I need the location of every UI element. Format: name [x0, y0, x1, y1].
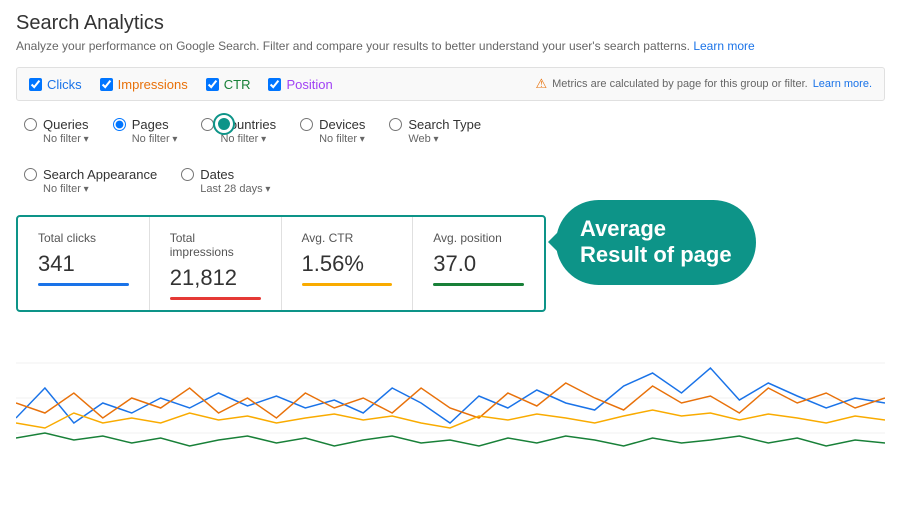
filter-search-type-radio[interactable]: [389, 118, 402, 131]
filter-pages: Pages No filter: [105, 111, 194, 151]
page-wrapper: Search Analytics Analyze your performanc…: [0, 0, 901, 480]
filter-countries-label: Countries: [220, 117, 276, 132]
metric-impressions-label: Impressions: [118, 77, 188, 92]
chart-line-position: [16, 433, 885, 446]
bubble-container: AverageResult of page: [556, 200, 756, 285]
filter-countries-radio[interactable]: [201, 118, 214, 131]
metric-clicks-label: Clicks: [47, 77, 82, 92]
stats-section: Total clicks 341 Total impressions 21,81…: [16, 215, 885, 312]
stat-position-value: 37.0: [433, 251, 524, 277]
stat-total-impressions: Total impressions 21,812: [150, 217, 282, 310]
page-title: Search Analytics: [16, 12, 885, 35]
chart-line-impressions: [16, 383, 885, 418]
stat-clicks-value: 341: [38, 251, 129, 277]
stat-position-bar: [433, 283, 524, 286]
filter-devices-label: Devices: [319, 117, 365, 132]
filter-devices-value[interactable]: No filter: [319, 133, 365, 145]
filter-devices: Devices No filter: [292, 111, 381, 151]
metrics-bar: Clicks Impressions CTR Position ⚠ Metric…: [16, 67, 885, 101]
filter-queries-radio[interactable]: [24, 118, 37, 131]
filter-pages-label: Pages: [132, 117, 169, 132]
filter-search-appearance-radio[interactable]: [24, 168, 37, 181]
filter-queries-value[interactable]: No filter: [43, 133, 89, 145]
stat-impressions-label: Total impressions: [170, 231, 261, 259]
stat-ctr-value: 1.56%: [302, 251, 393, 277]
filter-queries: Queries No filter: [16, 111, 105, 151]
metric-clicks-checkbox[interactable]: Clicks: [29, 77, 82, 92]
filter-dates-label: Dates: [200, 167, 234, 182]
filter-countries-value[interactable]: No filter: [220, 133, 276, 145]
filter-dates-value[interactable]: Last 28 days: [200, 183, 270, 195]
filter-search-appearance-label: Search Appearance: [43, 167, 157, 182]
filter-pages-radio[interactable]: [113, 118, 126, 131]
average-result-bubble: AverageResult of page: [556, 200, 756, 285]
stat-avg-position: Avg. position 37.0: [413, 217, 544, 310]
stat-clicks-bar: [38, 283, 129, 286]
filter-search-appearance: Search Appearance No filter: [16, 161, 173, 201]
filter-devices-radio[interactable]: [300, 118, 313, 131]
filter-search-appearance-value[interactable]: No filter: [43, 183, 157, 195]
metrics-note: ⚠ Metrics are calculated by page for thi…: [535, 76, 872, 92]
stat-ctr-label: Avg. CTR: [302, 231, 393, 245]
stat-clicks-label: Total clicks: [38, 231, 129, 245]
page-description: Analyze your performance on Google Searc…: [16, 39, 885, 53]
stats-box: Total clicks 341 Total impressions 21,81…: [16, 215, 546, 312]
stat-avg-ctr: Avg. CTR 1.56%: [282, 217, 414, 310]
chart-line-clicks: [16, 368, 885, 423]
stat-impressions-value: 21,812: [170, 265, 261, 291]
filter-queries-label: Queries: [43, 117, 89, 132]
metric-impressions-checkbox[interactable]: Impressions: [100, 77, 188, 92]
line-chart: [16, 328, 885, 468]
stat-ctr-bar: [302, 283, 393, 286]
filter-search-type: Search Type Web: [381, 111, 497, 151]
filter-dates: Dates Last 28 days: [173, 161, 286, 201]
metric-ctr-label: CTR: [224, 77, 251, 92]
filter-dates-radio[interactable]: [181, 168, 194, 181]
filter-countries: Countries No filter: [193, 111, 292, 151]
filters-row-1: Queries No filter Pages No filter Countr…: [16, 111, 885, 151]
filter-search-type-label: Search Type: [408, 117, 481, 132]
filters-row-2: Search Appearance No filter Dates Last 2…: [16, 161, 885, 201]
warning-icon: ⚠: [535, 76, 547, 92]
learn-more-link-top[interactable]: Learn more: [693, 39, 754, 53]
filter-pages-value[interactable]: No filter: [132, 133, 178, 145]
metric-position-label: Position: [286, 77, 332, 92]
stat-total-clicks: Total clicks 341: [18, 217, 150, 310]
learn-more-link-metrics[interactable]: Learn more.: [813, 78, 872, 90]
stat-impressions-bar: [170, 297, 261, 300]
metric-ctr-checkbox[interactable]: CTR: [206, 77, 251, 92]
chart-line-ctr: [16, 410, 885, 428]
filter-search-type-value[interactable]: Web: [408, 133, 481, 145]
metric-position-checkbox[interactable]: Position: [268, 77, 332, 92]
chart-area: [16, 328, 885, 468]
stat-position-label: Avg. position: [433, 231, 524, 245]
